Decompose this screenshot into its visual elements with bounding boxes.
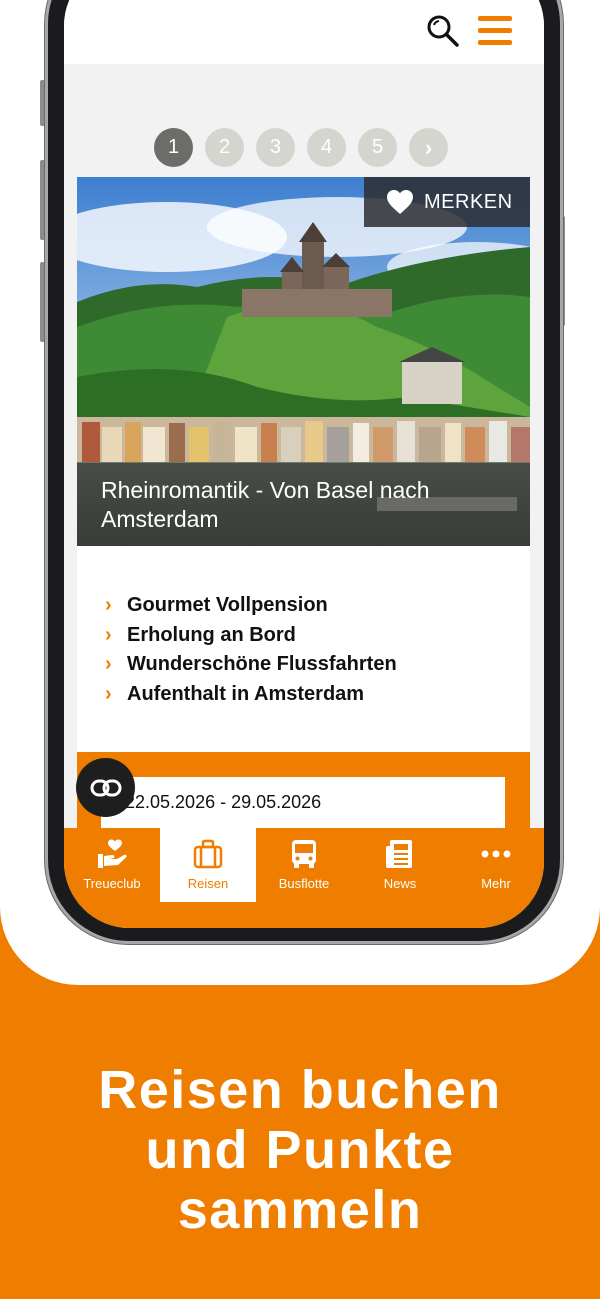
- save-button-label: MERKEN: [424, 190, 513, 213]
- newspaper-icon: [386, 840, 412, 868]
- page-button-1[interactable]: 1: [154, 128, 193, 167]
- list-item: › Wunderschöne Flussfahrten: [105, 650, 397, 680]
- nav-item-reisen[interactable]: Reisen: [160, 828, 256, 902]
- hamburger-menu-icon[interactable]: [478, 16, 512, 46]
- pagination: 1 2 3 4 5 ›: [154, 128, 448, 168]
- feature-list: › Gourmet Vollpension › Erholung an Bord…: [105, 591, 397, 709]
- chevron-right-icon: ›: [105, 623, 112, 646]
- nav-item-treueclub[interactable]: Treueclub: [64, 828, 160, 902]
- list-item: › Aufenthalt in Amsterdam: [105, 680, 397, 710]
- tour-image[interactable]: MERKEN Rheinromantik - Von Basel nach Am…: [77, 177, 530, 546]
- page-button-5[interactable]: 5: [358, 128, 397, 167]
- tour-title[interactable]: Rheinromantik - Von Basel nach Amsterdam: [77, 463, 530, 546]
- headline-line-3: sammeln: [177, 1180, 423, 1240]
- feature-label: Aufenthalt in Amsterdam: [127, 682, 365, 705]
- more-dots-icon: [481, 850, 511, 858]
- heart-icon: [387, 190, 413, 214]
- page-button-2[interactable]: 2: [205, 128, 244, 167]
- feature-label: Gourmet Vollpension: [127, 594, 328, 617]
- bus-icon: [292, 840, 316, 868]
- nav-label-busflotte: Busflotte: [278, 876, 330, 891]
- suitcase-icon: [193, 839, 223, 869]
- link-button[interactable]: [76, 758, 135, 817]
- nav-label-mehr: Mehr: [481, 876, 511, 891]
- promo-headline: Reisen buchen und Punkte sammeln: [0, 1060, 600, 1240]
- link-icon: [90, 779, 121, 796]
- date-select[interactable]: 22.05.2026 - 29.05.2026: [101, 777, 505, 829]
- save-button[interactable]: MERKEN: [364, 177, 530, 227]
- list-item: › Erholung an Bord: [105, 621, 397, 651]
- feature-label: Erholung an Bord: [127, 623, 296, 646]
- chevron-right-icon: ›: [105, 653, 112, 676]
- page-button-4[interactable]: 4: [307, 128, 346, 167]
- headline-line-1: Reisen buchen: [98, 1060, 502, 1120]
- nav-item-news[interactable]: News: [352, 828, 448, 902]
- nav-item-mehr[interactable]: Mehr: [448, 828, 544, 902]
- headline-line-2: und Punkte: [145, 1120, 455, 1180]
- nav-label-treueclub: Treueclub: [83, 876, 141, 891]
- page-button-3[interactable]: 3: [256, 128, 295, 167]
- next-page-button[interactable]: ›: [409, 128, 448, 167]
- phone-screen: 1 2 3 4 5 › MERKEN Rheinromantik - Von B…: [64, 0, 544, 928]
- bottom-nav: Treueclub Reisen Busflotte News Mehr: [64, 828, 544, 928]
- nav-label-reisen: Reisen: [187, 876, 229, 891]
- chevron-right-icon: ›: [105, 594, 112, 617]
- app-header: [64, 0, 544, 64]
- feature-label: Wunderschöne Flussfahrten: [127, 653, 397, 676]
- list-item: › Gourmet Vollpension: [105, 591, 397, 621]
- nav-item-busflotte[interactable]: Busflotte: [256, 828, 352, 902]
- nav-label-news: News: [383, 876, 417, 891]
- search-icon[interactable]: [426, 14, 460, 48]
- hand-heart-icon: [98, 839, 127, 868]
- chevron-right-icon: ›: [105, 682, 112, 705]
- tour-card[interactable]: MERKEN Rheinromantik - Von Basel nach Am…: [77, 177, 530, 928]
